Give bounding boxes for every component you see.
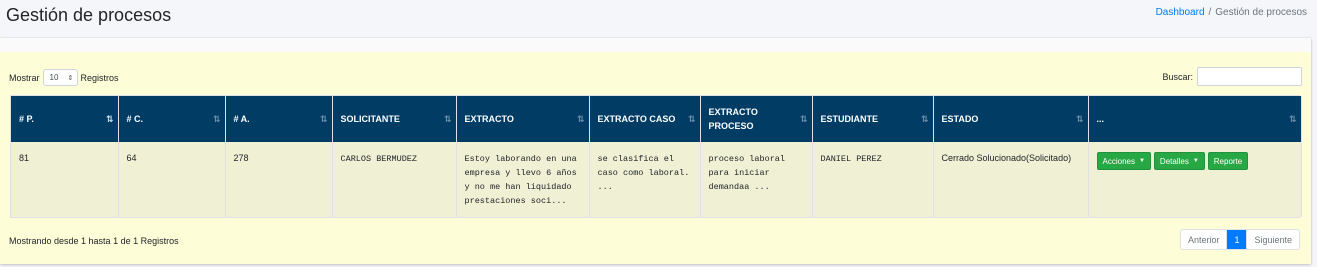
sort-icon: ⇅ [576, 114, 584, 124]
sort-icon: ⇅ [1288, 114, 1296, 124]
column-header-estado[interactable]: ESTADO ⇅ [933, 96, 1089, 142]
column-header-label: EXTRACTO CASO [597, 114, 676, 124]
table-info: Mostrando desde 1 hasta 1 de 1 Registros [9, 236, 179, 246]
search-control: Buscar: [1162, 67, 1302, 86]
acciones-label: Acciones [1102, 156, 1135, 166]
column-header-p[interactable]: # P. ⇅ [11, 96, 119, 142]
sort-icon: ⇅ [920, 114, 928, 124]
cell-extracto-proceso: proceso laboral para iniciar demandaa ..… [700, 142, 813, 217]
detalles-label: Detalles [1159, 156, 1189, 166]
pagination-previous[interactable]: Anterior [1181, 230, 1227, 249]
page-length-value: 10 [49, 73, 59, 82]
sort-icon: ⇅ [212, 114, 220, 124]
chevron-updown-icon: ⇕ [67, 74, 74, 82]
pagination: Anterior 1 Siguiente [1179, 229, 1300, 250]
sort-icon: ⇅ [799, 114, 807, 124]
column-header-solicitante[interactable]: SOLICITANTE ⇅ [332, 96, 457, 142]
processes-card: Mostrar 10 ⇕ Registros Buscar: # P.⇅ # [0, 38, 1311, 264]
cell-extracto: Estoy laborando en una empresa y llevo 6… [456, 142, 590, 217]
column-header-actions[interactable]: ... ⇅ [1088, 96, 1302, 142]
detalles-dropdown-button[interactable]: Detalles ▼ [1153, 152, 1205, 170]
caret-down-icon: ▼ [1192, 158, 1199, 164]
column-header-label: # P. [19, 114, 34, 124]
column-header-label: # A. [233, 114, 250, 124]
column-header-extracto-caso[interactable]: EXTRACTO CASO ⇅ [589, 96, 701, 142]
cell-solicitante: CARLOS BERMUDEZ [332, 142, 457, 217]
cell-c: 64 [118, 142, 226, 217]
column-header-extracto-proceso[interactable]: EXTRACTO PROCESO ⇅ [700, 96, 813, 142]
column-header-extracto[interactable]: EXTRACTO ⇅ [456, 96, 590, 142]
sort-icon: ⇅ [319, 114, 327, 124]
pagination-next[interactable]: Siguiente [1246, 230, 1299, 249]
table-row: 81 64 278 CARLOS BERMUDEZ Estoy laborand… [11, 142, 1302, 217]
cell-actions: Acciones ▼ Detalles ▼ Reporte [1088, 142, 1302, 217]
table-header-row: # P. ⇅ # C. ⇅ # A. ⇅ SOLICITANTE ⇅ EXTRACTO ⇅… [11, 96, 1302, 142]
column-header-label: ESTUDIANTE [820, 114, 879, 124]
show-label: Mostrar [9, 72, 40, 83]
page-header: Gestión de procesos Dashboard / Gestión de… [0, 0, 1317, 36]
reporte-button[interactable]: Reporte [1207, 152, 1249, 170]
sort-icon: ⇅ [1075, 114, 1083, 124]
search-label: Buscar: [1162, 71, 1193, 82]
column-header-label: EXTRACTO [464, 114, 514, 124]
column-header-a[interactable]: # A. ⇅ [225, 96, 333, 142]
page-length-select[interactable]: 10 ⇕ [42, 69, 78, 86]
sort-icon: ⇅ [443, 114, 451, 124]
column-header-label: SOLICITANTE [340, 114, 400, 124]
sort-icon: ⇅ [687, 114, 695, 124]
reporte-label: Reporte [1213, 156, 1243, 166]
column-header-label: ESTADO [941, 114, 979, 124]
cell-p: 81 [11, 142, 119, 217]
records-label: Registros [80, 72, 119, 83]
row-action-buttons: Acciones ▼ Detalles ▼ Reporte [1096, 152, 1293, 170]
cell-estudiante: DANIEL PEREZ [812, 142, 934, 217]
column-header-label: # C. [126, 114, 144, 124]
breadcrumb-current: Gestión de procesos [1215, 7, 1307, 18]
breadcrumb-dashboard-link[interactable]: Dashboard [1156, 7, 1205, 18]
processes-table: # P. ⇅ # C. ⇅ # A. ⇅ SOLICITANTE ⇅ EXTRACTO ⇅… [10, 95, 1302, 218]
breadcrumb-separator: / [1208, 7, 1212, 18]
card-body: Mostrar 10 ⇕ Registros Buscar: # P.⇅ # [0, 52, 1311, 264]
breadcrumb: Dashboard / Gestión de procesos [1156, 7, 1307, 18]
sort-icon: ⇅ [105, 114, 113, 124]
cell-a: 278 [225, 142, 333, 217]
search-input[interactable] [1197, 67, 1302, 86]
column-header-c[interactable]: # C. ⇅ [118, 96, 226, 142]
page-title: Gestión de procesos [6, 5, 172, 25]
pagination-page-1[interactable]: 1 [1226, 230, 1247, 249]
column-header-estudiante[interactable]: ESTUDIANTE ⇅ [812, 96, 934, 142]
page-length-control: Mostrar 10 ⇕ Registros [9, 69, 119, 86]
caret-down-icon: ▼ [1138, 158, 1145, 164]
acciones-dropdown-button[interactable]: Acciones ▼ [1096, 152, 1151, 170]
cell-estado: Cerrado Solucionado(Solicitado) [933, 142, 1089, 217]
column-header-label: ... [1096, 114, 1105, 124]
column-header-label: EXTRACTO PROCESO [708, 107, 758, 131]
cell-extracto-caso: se clasifica el caso como laboral. ... [589, 142, 701, 217]
